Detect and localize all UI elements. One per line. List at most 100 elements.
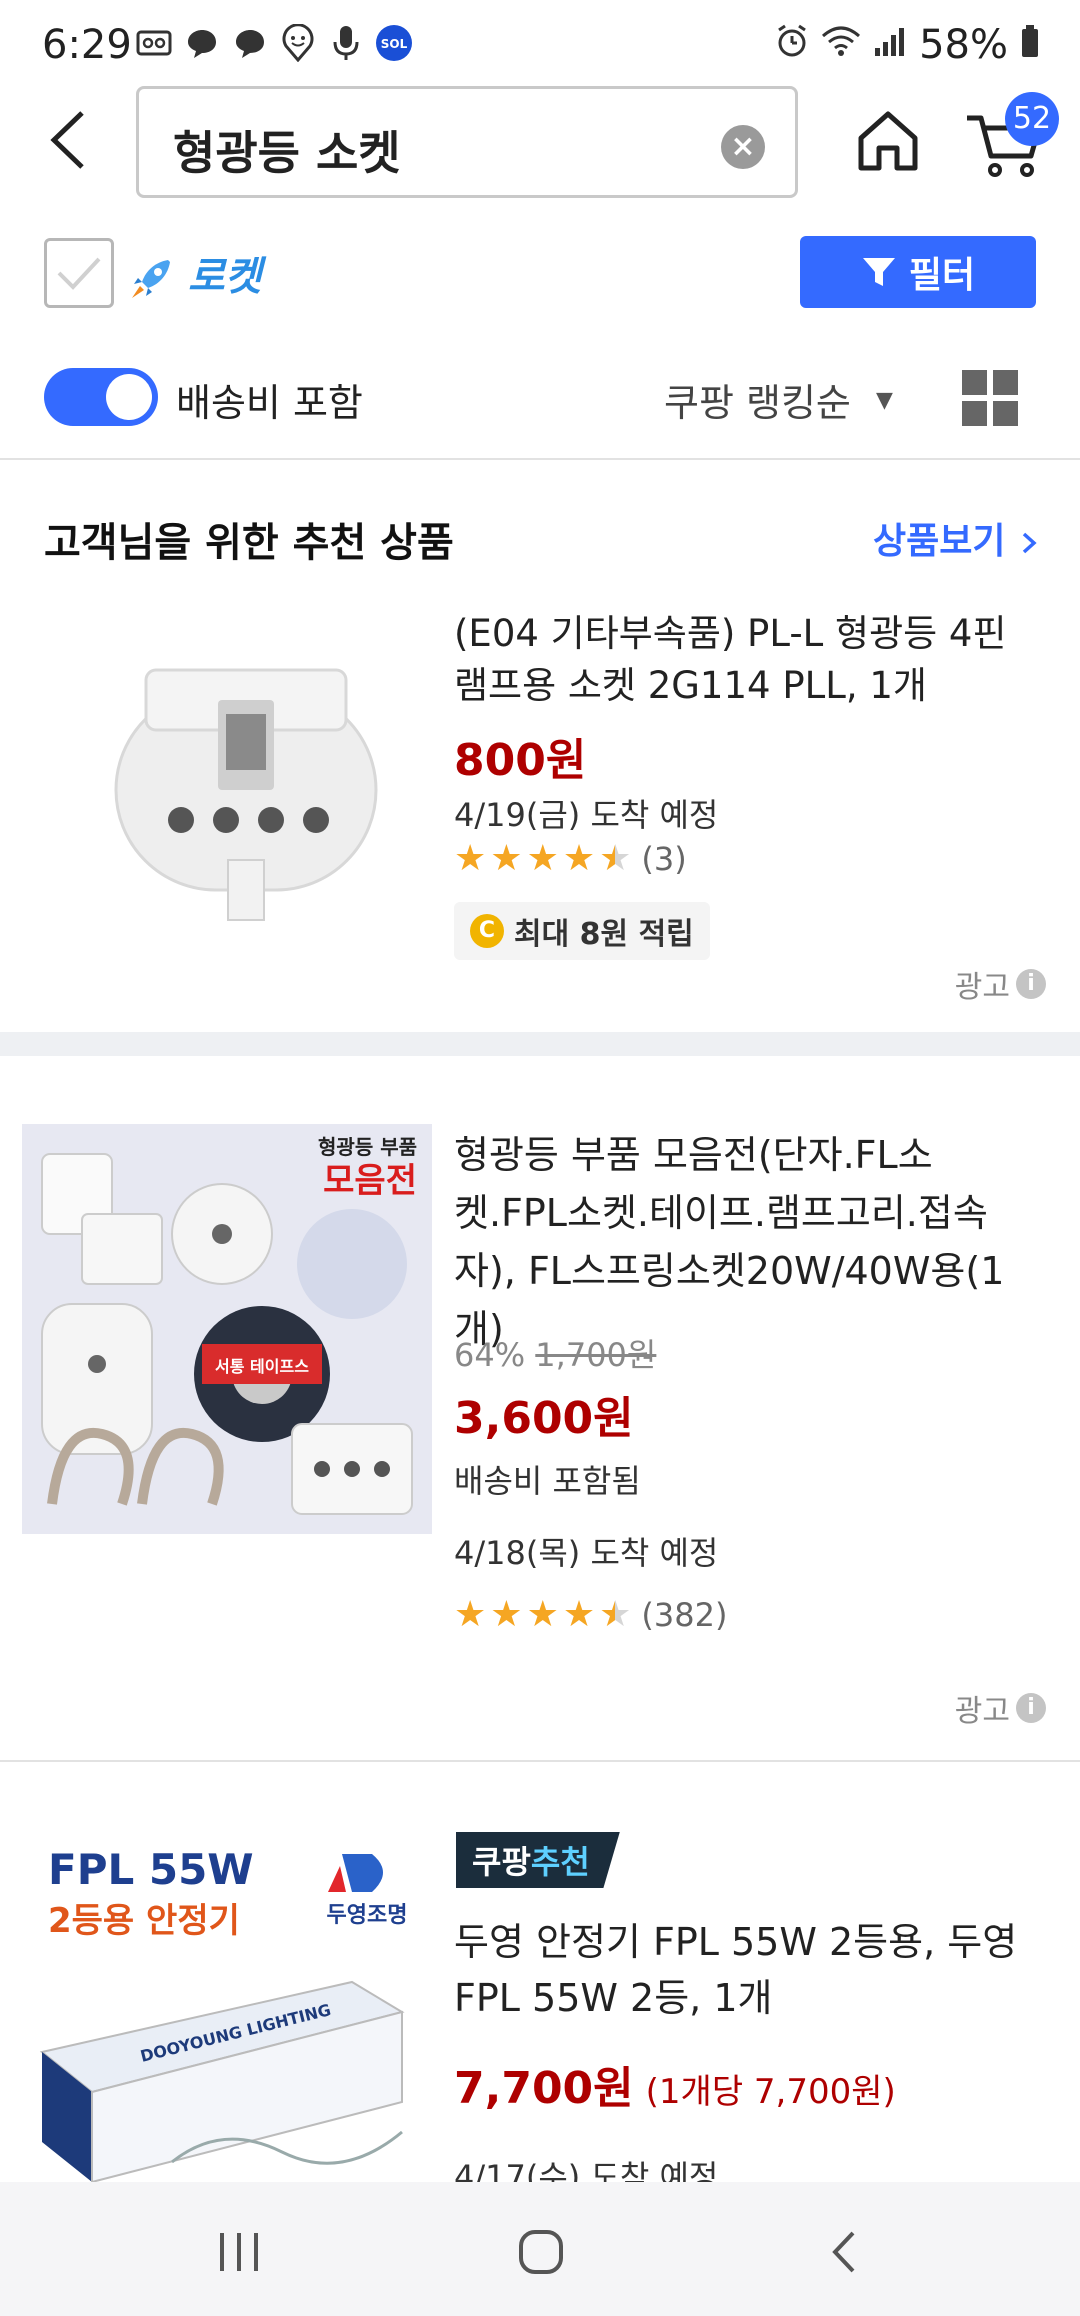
product-price: 7,700원 <box>454 2063 634 2114</box>
discount-info: 64% 1,700원 <box>454 1330 656 1376</box>
info-icon: i <box>1016 969 1046 999</box>
section-divider <box>0 1032 1080 1056</box>
image-caption-main: 모음전 <box>323 1161 417 1201</box>
location-face-icon <box>279 24 317 62</box>
unit-price: (1개당 7,700원) <box>645 2072 896 2112</box>
microphone-icon <box>327 24 365 62</box>
product-image: 형광등 부품 모음전 서통 테이프스 <box>22 1124 432 1534</box>
caret-down-icon: ▼ <box>876 388 893 413</box>
image-tape-label: 서통 테이프스 <box>215 1357 309 1376</box>
system-nav-bar <box>0 2182 1080 2316</box>
chat-bubble-icon <box>183 24 221 62</box>
sort-dropdown[interactable]: 쿠팡 랭킹순 <box>664 372 851 427</box>
chevron-right-icon <box>1022 532 1037 554</box>
home-button[interactable] <box>855 108 921 174</box>
shipping-toggle-label: 배송비 포함 <box>176 381 363 425</box>
product-name[interactable]: (E04 기타부속품) PL-L 형광등 4핀 램프용 소켓 2G114 PLL… <box>454 608 1014 712</box>
grid-view-icon <box>962 370 987 395</box>
price-row: 7,700원 (1개당 7,700원) <box>454 2052 896 2116</box>
ad-label[interactable]: 광고 i <box>955 962 1046 1006</box>
rocket-icon <box>128 254 188 300</box>
search-input[interactable]: 형광등 소켓 × <box>136 86 798 198</box>
product-image <box>86 630 406 930</box>
image-title-2: 2등용 안정기 <box>48 1901 240 1941</box>
badge-suffix: 추천 <box>530 1843 590 1881</box>
product-price: 800원 <box>454 735 587 786</box>
home-circle-icon <box>519 2230 563 2274</box>
filter-button[interactable]: 필터 <box>800 236 1036 308</box>
shipping-note: 배송비 포함됨 <box>454 1462 641 1500</box>
product-price: 3,600원 <box>454 1393 634 1444</box>
review-count: (382) <box>641 1596 728 1634</box>
star-icon: ★ <box>454 838 487 879</box>
voicemail-icon <box>135 24 173 62</box>
battery-percent: 58% <box>919 22 1008 68</box>
coupang-recommend-badge: 쿠팡 추천 <box>456 1832 620 1888</box>
back-button[interactable] <box>40 105 100 175</box>
product-image: FPL 55W 2등용 안정기 두영조명 DOOYOUNG LIGHTING <box>22 1832 432 2182</box>
star-icon: ★ <box>454 1594 487 1635</box>
discount-rate: 64% <box>454 1336 526 1374</box>
back-arrow-icon <box>50 111 84 169</box>
image-caption-top: 형광등 부품 <box>318 1135 417 1159</box>
ad-text: 광고 <box>954 1694 1010 1729</box>
star-icon: ★ <box>490 838 523 879</box>
status-bar: 6:29 SOL 58% <box>0 0 1080 90</box>
badge-prefix: 쿠팡 <box>472 1843 531 1881</box>
cart-count-badge: 52 <box>1005 92 1059 146</box>
grid-view-button[interactable] <box>962 370 1018 426</box>
rocket-filter-checkbox[interactable] <box>44 238 114 308</box>
status-time: 6:29 <box>42 22 132 68</box>
chat-bubble-icon <box>231 24 269 62</box>
product-card-3[interactable]: FPL 55W 2등용 안정기 두영조명 DOOYOUNG LIGHTING 쿠… <box>0 1762 1080 2196</box>
status-right: 58% <box>775 22 1040 68</box>
checkmark-icon <box>57 257 101 290</box>
product-card-1[interactable]: (E04 기타부속품) PL-L 형광등 4핀 램프용 소켓 2G114 PLL… <box>0 590 1080 1030</box>
product-card-2[interactable]: 형광등 부품 모음전 서통 테이프스 형광등 부품 모음전(단자.FL소켓.FP… <box>0 1056 1080 1760</box>
ad-label[interactable]: 광고 i <box>955 1686 1046 1730</box>
image-title-1: FPL 55W <box>48 1845 254 1894</box>
home-nav-button[interactable] <box>496 2222 586 2282</box>
search-query: 형광등 소켓 <box>173 126 401 180</box>
filter-label: 필터 <box>908 255 976 296</box>
view-products-link[interactable]: 상품보기 <box>873 512 1040 564</box>
notification-icons: SOL <box>135 24 413 62</box>
toggle-knob <box>106 374 152 420</box>
wifi-icon <box>821 22 861 68</box>
ad-text: 광고 <box>954 970 1010 1005</box>
home-icon <box>858 111 918 171</box>
half-star-icon: ★ <box>599 1594 632 1635</box>
half-star-icon: ★ <box>599 838 632 879</box>
recent-apps-button[interactable] <box>194 2222 284 2282</box>
filter-funnel-icon <box>862 258 895 286</box>
info-icon: i <box>1016 1693 1046 1723</box>
signal-icon <box>873 22 907 68</box>
review-count: (3) <box>641 840 687 878</box>
back-chevron-icon <box>832 2231 855 2273</box>
original-price: 1,700원 <box>535 1336 657 1374</box>
back-nav-button[interactable] <box>800 2222 890 2282</box>
reward-text: 최대 8원 적립 <box>514 917 694 952</box>
rating-stars: ★ ★ ★ ★ ★ (3) <box>454 840 687 878</box>
rocket-delivery-logo: 로켓 <box>128 244 262 302</box>
divider <box>0 458 1080 460</box>
coupang-cash-icon: C <box>470 914 504 948</box>
recent-apps-icon <box>220 2233 258 2271</box>
image-brand: 두영조명 <box>327 1903 408 1928</box>
view-products-label: 상품보기 <box>872 521 1006 562</box>
product-name[interactable]: 형광등 부품 모음전(단자.FL소켓.FPL소켓.테이프.램프고리.접속자), … <box>454 1126 1039 1358</box>
battery-icon <box>1020 22 1040 68</box>
alarm-icon <box>775 22 809 68</box>
star-icon: ★ <box>562 838 596 879</box>
section-title: 고객님을 위한 추천 상품 <box>44 520 454 566</box>
clear-search-button[interactable]: × <box>721 125 765 169</box>
super-sol-icon: SOL <box>375 24 413 62</box>
svg-text:SOL: SOL <box>381 37 408 51</box>
star-icon: ★ <box>490 1594 523 1635</box>
shipping-included-toggle[interactable] <box>44 368 158 426</box>
reward-badge: C 최대 8원 적립 <box>454 902 710 960</box>
delivery-date: 4/18(목) 도착 예정 <box>454 1534 719 1572</box>
product-name[interactable]: 두영 안정기 FPL 55W 2등용, 두영 FPL 55W 2등, 1개 <box>454 1914 1044 2026</box>
rating-stars: ★ ★ ★ ★ ★ (382) <box>454 1596 727 1634</box>
star-icon: ★ <box>526 1594 559 1635</box>
